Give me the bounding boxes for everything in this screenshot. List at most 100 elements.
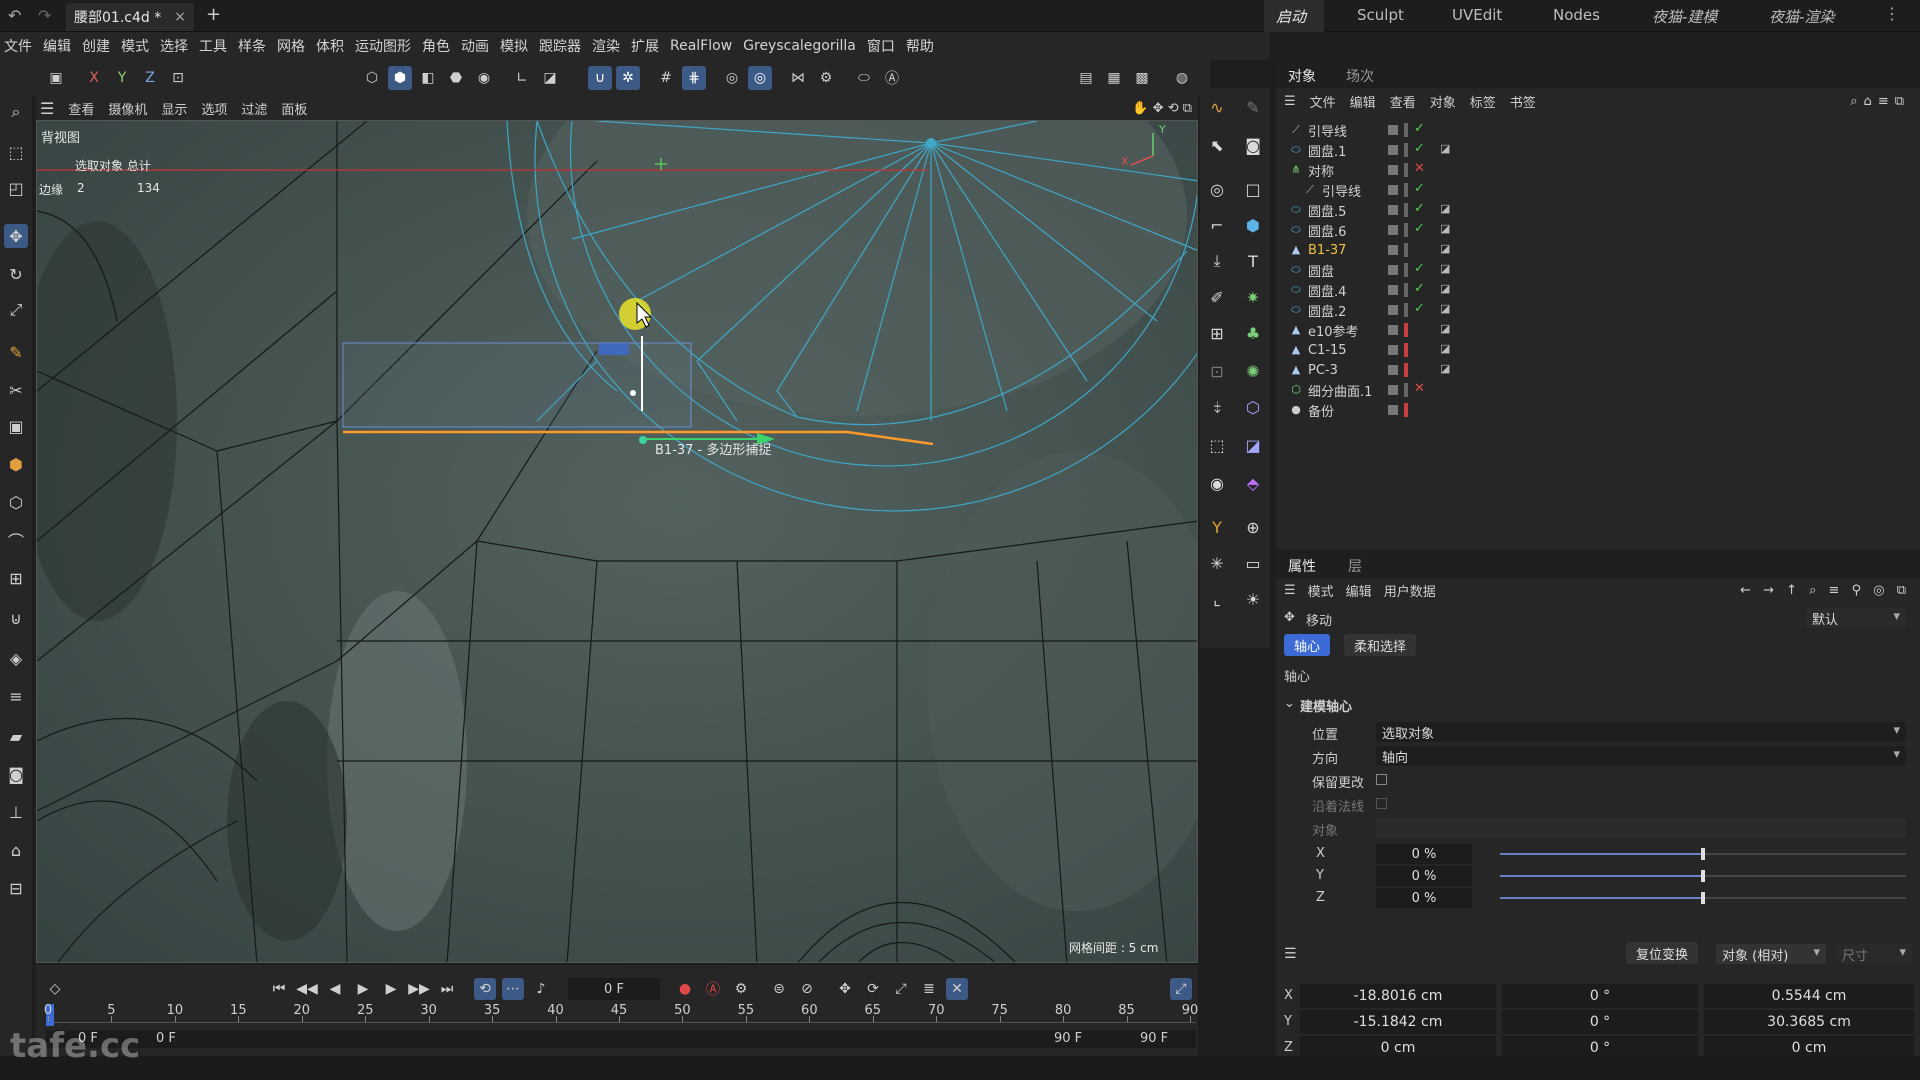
menu-create[interactable]: 创建 [82,36,110,56]
stairs-tool-icon[interactable]: ⌐ [1204,212,1230,238]
layout-tab-uvedit[interactable]: UVEdit [1452,6,1502,24]
object-row[interactable]: ▲ e10参考 [1290,320,1359,340]
playback-rate-icon[interactable]: ⋯ [502,978,524,1000]
key-filter-icon[interactable]: ⊘ [796,978,818,1000]
object-row[interactable]: ● 备份 [1290,400,1334,420]
viewport-canvas[interactable] [37,121,1198,963]
axis-slider-fill[interactable] [1500,897,1703,899]
menu-extensions[interactable]: 扩展 [631,36,659,56]
object-row[interactable]: ⬭ 圆盘.6 [1290,220,1346,240]
tag-icon[interactable]: ◪ [1440,362,1450,375]
viewport[interactable]: 背视图 选取对象 总计 边缘 2 134 B1-37 - 多边形捕捉 Y X 网… [36,120,1198,963]
cm-menu-icon[interactable]: ☰ [1284,946,1297,962]
object-row[interactable]: ▲ C1-15 [1290,340,1347,360]
layout-tab-sculpt[interactable]: Sculpt [1357,6,1404,24]
key-position-icon[interactable]: ✥ [834,978,856,1000]
visibility-dots[interactable] [1404,123,1408,137]
visibility-dots[interactable] [1404,183,1408,197]
globe-icon[interactable]: ⊕ [1240,514,1266,540]
object-row[interactable]: ⋔ 对称 [1290,160,1334,180]
vp-menu-filter[interactable]: 过滤 [241,99,267,118]
position-dropdown[interactable]: 选取对象 ▾ [1376,722,1906,742]
tag-icon[interactable]: ◪ [1440,262,1450,275]
tag-icon[interactable]: ◪ [1440,322,1450,335]
key-pla-icon[interactable]: ✕ [946,978,968,1000]
visibility-dots[interactable] [1404,363,1408,377]
axis-z-lock[interactable]: Z [138,66,162,90]
preset-dropdown[interactable]: 默认 ▾ [1806,608,1906,628]
menu-mograph[interactable]: 运动图形 [355,36,411,56]
am-menu-edit[interactable]: 编辑 [1346,581,1372,600]
texture-mode-icon[interactable]: ◉ [472,66,496,90]
field-icon[interactable]: ⬡ [1240,394,1266,420]
layout-tab-nodes[interactable]: Nodes [1553,6,1600,24]
menu-mode[interactable]: 模式 [121,36,149,56]
auto-key-record-icon[interactable]: Ⓐ [702,978,724,1000]
om-menu-file[interactable]: 文件 [1310,92,1336,111]
gizmo-center[interactable] [639,436,647,444]
key-settings-icon[interactable]: ⚙ [730,978,752,1000]
along-normal-checkbox[interactable] [1376,798,1387,809]
disabled-cross-icon[interactable]: ✕ [1414,381,1425,396]
generator-icon[interactable]: ✷ [1240,284,1266,310]
volume-icon[interactable]: ◪ [1240,432,1266,458]
magnet-icon[interactable]: ⊍ [4,606,28,630]
object-row[interactable]: ⬭ 圆盘 [1290,260,1334,280]
layer-color-box[interactable] [1388,145,1398,155]
hamburger-icon[interactable]: ☰ [40,99,54,118]
enabled-check-icon[interactable]: ✓ [1414,121,1425,136]
tag-icon[interactable]: ◪ [1440,142,1450,155]
enabled-check-icon[interactable]: ✓ [1414,221,1425,236]
range-min[interactable]: 0 F [156,1031,176,1046]
om-menu-tags[interactable]: 标签 [1470,92,1496,111]
layer-color-box[interactable] [1388,345,1398,355]
next-key-icon[interactable]: ▶▶ [408,978,430,1000]
timeline-expand-icon[interactable]: ⤢ [1170,978,1192,1000]
ruler-icon[interactable]: ⊟ [4,876,28,900]
play-icon[interactable]: ▶ [352,978,374,1000]
visibility-dots[interactable] [1404,243,1408,257]
sketch-icon[interactable]: ✎ [1240,94,1266,120]
goto-start-icon[interactable]: ⏮ [268,978,290,1000]
coord-pos-field[interactable]: -18.8016 cm [1300,984,1496,1008]
menu-mesh[interactable]: 网格 [277,36,305,56]
am-menu-mode[interactable]: 模式 [1308,581,1334,600]
tab-objects[interactable]: 对象 [1288,66,1316,86]
disabled-cross-icon[interactable]: ✕ [1414,161,1425,176]
coord-mode-dropdown[interactable]: 对象 (相对) ▾ [1716,944,1826,964]
spline-pen-icon[interactable]: ∿ [1204,94,1230,120]
character-icon[interactable]: Y [1204,514,1230,540]
vp-menu-view[interactable]: 查看 [68,99,94,118]
axis-x-lock[interactable]: X [82,66,106,90]
prev-frame-icon[interactable]: ◀ [324,978,346,1000]
menu-volume[interactable]: 体积 [316,36,344,56]
visibility-dots[interactable] [1404,203,1408,217]
axis-slider-knob[interactable] [1701,848,1705,860]
size-mode-dropdown[interactable]: 尺寸 ▾ [1836,944,1912,964]
menu-help[interactable]: 帮助 [906,36,934,56]
visibility-dots[interactable] [1404,343,1408,357]
layer-color-box[interactable] [1388,325,1398,335]
am-menu-icon[interactable]: ☰ [1284,583,1296,598]
layout-tab-render[interactable]: 夜猫-渲染 [1769,6,1834,27]
vp-menu-camera[interactable]: 摄像机 [108,99,147,118]
menu-greyscalegorilla[interactable]: Greyscalegorilla [743,38,856,54]
tab-takes[interactable]: 场次 [1346,66,1374,86]
soft-selection-icon[interactable]: ◎ [720,66,744,90]
cube-object-icon[interactable]: ⬢ [1240,212,1266,238]
axis-slider-knob[interactable] [1701,870,1705,882]
model-mode-icon[interactable]: ▣ [44,66,68,90]
menu-animate[interactable]: 动画 [461,36,489,56]
key-param-icon[interactable]: ≣ [918,978,940,1000]
new-tab-button[interactable]: + [206,4,221,25]
prev-key-icon[interactable]: ◀◀ [296,978,318,1000]
subtab-soft-selection[interactable]: 柔和选择 [1344,634,1417,656]
menu-window[interactable]: 窗口 [867,36,895,56]
tag-icon[interactable]: ◪ [1440,222,1450,235]
tab-layers[interactable]: 层 [1348,556,1362,576]
visibility-dots[interactable] [1404,263,1408,277]
loop-cut-icon[interactable]: ⊞ [1204,320,1230,346]
menu-realflow[interactable]: RealFlow [670,38,732,54]
quantize-icon[interactable]: ⋕ [682,66,706,90]
am-nav-icons[interactable]: ← → ↑ ⌕ ≡ ⚲ ◎ ⧉ [1740,583,1910,598]
